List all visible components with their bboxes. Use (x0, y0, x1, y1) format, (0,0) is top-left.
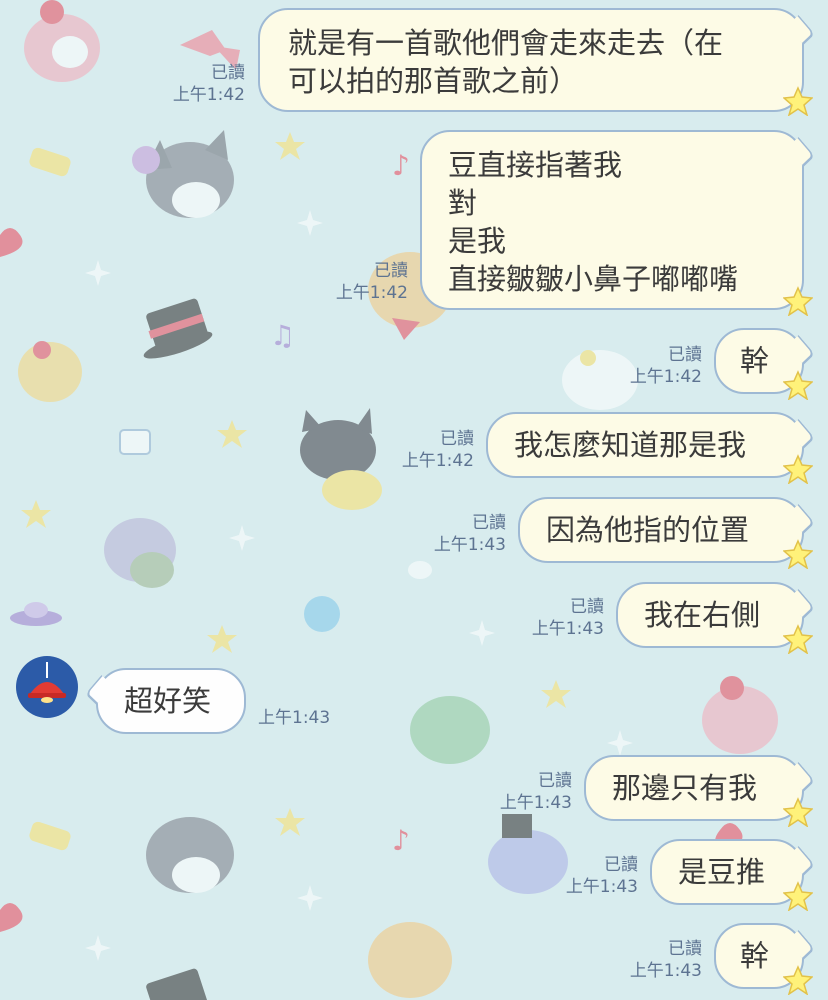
timestamp: 上午1:42 (629, 367, 702, 387)
timestamp: 上午1:43 (433, 535, 506, 555)
message-bubble[interactable]: 因為他指的位置 (518, 497, 804, 563)
cloud-sticker (408, 561, 432, 579)
red-lamp-icon (28, 662, 66, 703)
message-bubble[interactable]: 我在右側 (616, 582, 804, 648)
timestamp: 上午1:43 (499, 793, 572, 813)
read-receipt: 已讀 (604, 855, 638, 875)
read-receipt: 已讀 (570, 597, 604, 617)
timestamp: 上午1:42 (401, 451, 474, 471)
contact-avatar[interactable] (16, 656, 78, 718)
star-icon (783, 624, 813, 654)
star-icon (783, 86, 813, 116)
cat-sticker (145, 130, 234, 218)
candy-sticker (29, 147, 71, 177)
strawberry-penguin-sticker (24, 0, 100, 82)
star-icon (783, 370, 813, 400)
candy-sticker-2 (29, 821, 71, 851)
green-dog-sticker (410, 696, 490, 764)
message-bubble[interactable]: 是豆推 (650, 839, 804, 905)
star-icon (783, 286, 813, 316)
timestamp: 上午1:43 (629, 961, 702, 981)
heart-sticker-2 (0, 903, 23, 932)
read-receipt: 已讀 (538, 771, 572, 791)
message-meta: 已讀 上午1:42 (598, 344, 702, 388)
read-receipt: 已讀 (211, 63, 245, 83)
star-icon (783, 454, 813, 484)
star-icon (783, 539, 813, 569)
read-receipt: 已讀 (374, 261, 408, 281)
timestamp: 上午1:43 (258, 708, 331, 728)
star-icon (783, 881, 813, 911)
message-meta: 上午1:43 (258, 707, 368, 729)
star-icon (783, 965, 813, 995)
read-receipt: 已讀 (472, 513, 506, 533)
timestamp: 上午1:43 (565, 877, 638, 897)
octopus-sticker (132, 146, 160, 174)
message-meta: 已讀 上午1:43 (598, 938, 702, 982)
purple-dog-sticker (104, 518, 176, 588)
message-meta: 已讀 上午1:42 (300, 260, 408, 304)
blue-jellyfish-sticker (304, 596, 340, 632)
message-bubble[interactable]: 就是有一首歌他們會走來走去（在 可以拍的那首歌之前） (258, 8, 804, 112)
read-receipt: 已讀 (668, 939, 702, 959)
timestamp: 上午1:42 (335, 283, 408, 303)
message-meta: 已讀 上午1:43 (400, 512, 506, 556)
read-receipt: 已讀 (668, 345, 702, 365)
timestamp: 上午1:42 (172, 85, 245, 105)
svg-text:♫: ♫ (270, 319, 295, 352)
message-meta: 已讀 上午1:43 (498, 596, 604, 640)
message-bubble[interactable]: 那邊只有我 (584, 755, 804, 821)
message-bubble[interactable]: 我怎麼知道那是我 (486, 412, 804, 478)
top-hat-sticker-2 (146, 968, 208, 1000)
cat-sticker-2 (146, 817, 234, 893)
message-meta: 已讀 上午1:42 (370, 428, 474, 472)
read-receipt: 已讀 (440, 429, 474, 449)
message-bubble[interactable]: 豆直接指著我 對 是我 直接皺皺小鼻子嘟嘟嘴 (420, 130, 804, 310)
svg-text:♪: ♪ (392, 149, 410, 182)
ufo-sticker (10, 602, 62, 626)
cup-sticker (119, 429, 151, 455)
strawberry-penguin-sticker-2 (702, 676, 778, 754)
message-meta: 已讀 上午1:43 (532, 854, 638, 898)
message-meta: 已讀 上午1:42 (140, 62, 245, 106)
heart-sticker (0, 228, 23, 257)
message-meta: 已讀 上午1:43 (466, 770, 572, 814)
message-bubble[interactable]: 超好笑 (96, 668, 246, 734)
star-icon (783, 797, 813, 827)
top-hat-sticker (143, 298, 213, 359)
pudding-sticker (18, 341, 82, 402)
timestamp: 上午1:43 (531, 619, 604, 639)
shiba-sticker-2 (368, 922, 452, 998)
svg-text:♪: ♪ (392, 824, 410, 857)
